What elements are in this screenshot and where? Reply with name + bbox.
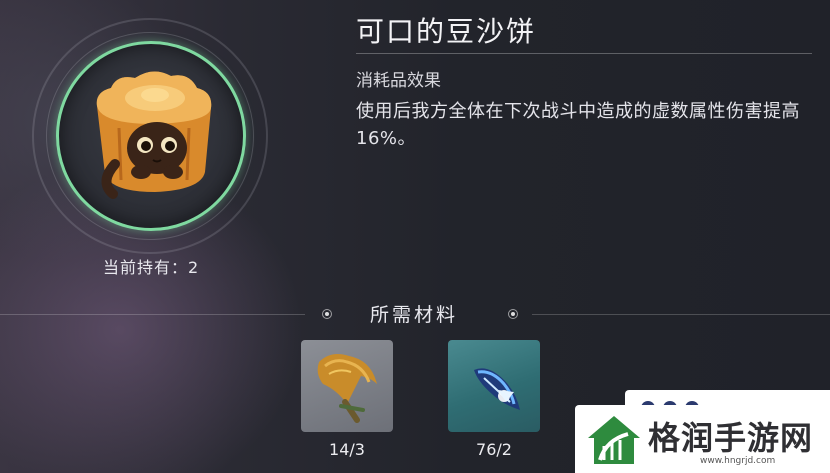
title-divider <box>356 53 812 54</box>
item-portrait <box>56 41 246 231</box>
blue-feather-crystal-icon <box>474 368 520 410</box>
divider-dot-right <box>508 309 518 319</box>
watermark-name: 格润手游网 <box>648 419 814 457</box>
divider-dot-left <box>322 309 332 319</box>
house-leaf-logo-icon <box>588 416 640 464</box>
material-count-feather: 76/2 <box>476 440 512 459</box>
effect-description: 使用后我方全体在下次战斗中造成的虚数属性伤害提高16%。 <box>356 101 800 149</box>
item-title: 可口的豆沙饼 <box>356 15 537 48</box>
effect-label: 消耗品效果 <box>356 71 441 91</box>
watermark-url: www.hngrjd.com <box>700 456 776 466</box>
mooncake-cat-icon <box>96 71 212 199</box>
materials-title: 所需材料 <box>370 304 459 326</box>
material-count-wheat: 14/3 <box>329 440 365 459</box>
material-card-feather[interactable] <box>448 340 540 432</box>
wheat-bundle-icon <box>317 354 377 423</box>
materials-divider-left <box>0 314 305 315</box>
material-card-wheat[interactable] <box>301 340 393 432</box>
held-count: 当前持有：2 <box>103 258 200 277</box>
materials-divider-right <box>532 314 830 315</box>
